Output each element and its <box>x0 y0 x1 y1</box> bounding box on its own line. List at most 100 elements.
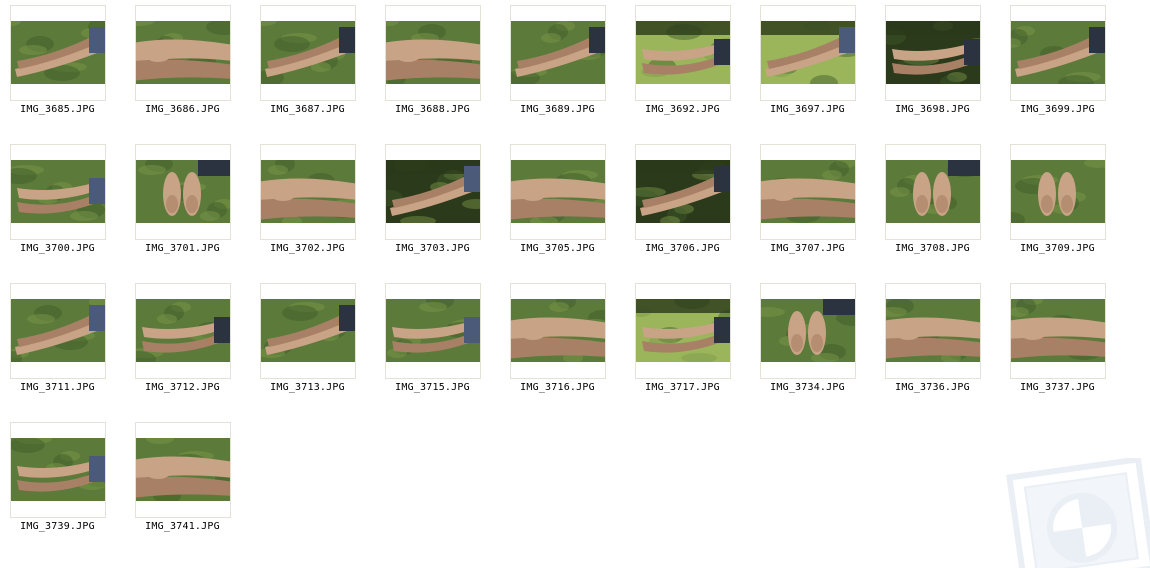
file-item[interactable]: IMG_3713.JPG <box>250 278 375 408</box>
file-name-label[interactable]: IMG_3715.JPG <box>375 382 490 393</box>
thumbnail-frame[interactable] <box>10 283 106 379</box>
thumbnail-frame[interactable] <box>260 5 356 101</box>
file-item[interactable]: IMG_3706.JPG <box>625 139 750 269</box>
thumbnail-image[interactable] <box>261 160 355 223</box>
file-name-label[interactable]: IMG_3685.JPG <box>0 104 115 115</box>
thumbnail-frame[interactable] <box>135 144 231 240</box>
file-name-label[interactable]: IMG_3687.JPG <box>250 104 365 115</box>
thumbnail-image[interactable] <box>261 299 355 362</box>
thumbnail-image[interactable] <box>136 160 230 223</box>
thumbnail-frame[interactable] <box>260 144 356 240</box>
thumbnail-frame[interactable] <box>1010 283 1106 379</box>
file-item[interactable]: IMG_3705.JPG <box>500 139 625 269</box>
file-name-label[interactable]: IMG_3706.JPG <box>625 243 740 254</box>
thumbnail-frame[interactable] <box>385 144 481 240</box>
file-item[interactable]: IMG_3700.JPG <box>0 139 125 269</box>
thumbnail-image[interactable] <box>636 299 730 362</box>
thumbnail-image[interactable] <box>761 299 855 362</box>
file-name-label[interactable]: IMG_3736.JPG <box>875 382 990 393</box>
thumbnail-image[interactable] <box>136 21 230 84</box>
thumbnail-image[interactable] <box>136 299 230 362</box>
thumbnail-frame[interactable] <box>135 5 231 101</box>
file-name-label[interactable]: IMG_3702.JPG <box>250 243 365 254</box>
file-item[interactable]: IMG_3692.JPG <box>625 0 750 130</box>
file-item[interactable]: IMG_3697.JPG <box>750 0 875 130</box>
file-item[interactable]: IMG_3734.JPG <box>750 278 875 408</box>
thumbnail-frame[interactable] <box>760 5 856 101</box>
file-item[interactable]: IMG_3739.JPG <box>0 417 125 547</box>
file-item[interactable]: IMG_3699.JPG <box>1000 0 1125 130</box>
thumbnail-image[interactable] <box>386 21 480 84</box>
thumbnail-frame[interactable] <box>10 422 106 518</box>
file-item[interactable]: IMG_3716.JPG <box>500 278 625 408</box>
thumbnail-frame[interactable] <box>385 283 481 379</box>
file-name-label[interactable]: IMG_3697.JPG <box>750 104 865 115</box>
thumbnail-image[interactable] <box>636 21 730 84</box>
thumbnail-image[interactable] <box>511 160 605 223</box>
thumbnail-image[interactable] <box>886 299 980 362</box>
thumbnail-frame[interactable] <box>260 283 356 379</box>
thumbnail-frame[interactable] <box>510 283 606 379</box>
file-name-label[interactable]: IMG_3709.JPG <box>1000 243 1115 254</box>
thumbnail-frame[interactable] <box>635 5 731 101</box>
file-item[interactable]: IMG_3709.JPG <box>1000 139 1125 269</box>
thumbnail-image[interactable] <box>1011 299 1105 362</box>
thumbnail-frame[interactable] <box>10 144 106 240</box>
thumbnail-image[interactable] <box>261 21 355 84</box>
thumbnail-image[interactable] <box>761 160 855 223</box>
file-item[interactable]: IMG_3701.JPG <box>125 139 250 269</box>
file-item[interactable]: IMG_3698.JPG <box>875 0 1000 130</box>
thumbnail-image[interactable] <box>511 21 605 84</box>
file-item[interactable]: IMG_3737.JPG <box>1000 278 1125 408</box>
thumbnail-frame[interactable] <box>885 144 981 240</box>
file-name-label[interactable]: IMG_3713.JPG <box>250 382 365 393</box>
file-item[interactable]: IMG_3688.JPG <box>375 0 500 130</box>
thumbnail-image[interactable] <box>11 299 105 362</box>
file-name-label[interactable]: IMG_3717.JPG <box>625 382 740 393</box>
thumbnail-image[interactable] <box>761 21 855 84</box>
file-name-label[interactable]: IMG_3698.JPG <box>875 104 990 115</box>
thumbnail-image[interactable] <box>11 438 105 501</box>
file-item[interactable]: IMG_3711.JPG <box>0 278 125 408</box>
file-name-label[interactable]: IMG_3712.JPG <box>125 382 240 393</box>
thumbnail-frame[interactable] <box>760 144 856 240</box>
thumbnail-frame[interactable] <box>635 144 731 240</box>
file-item[interactable]: IMG_3708.JPG <box>875 139 1000 269</box>
file-name-label[interactable]: IMG_3699.JPG <box>1000 104 1115 115</box>
file-name-label[interactable]: IMG_3716.JPG <box>500 382 615 393</box>
file-name-label[interactable]: IMG_3701.JPG <box>125 243 240 254</box>
thumbnail-frame[interactable] <box>510 144 606 240</box>
file-item[interactable]: IMG_3712.JPG <box>125 278 250 408</box>
file-item[interactable]: IMG_3707.JPG <box>750 139 875 269</box>
file-name-label[interactable]: IMG_3703.JPG <box>375 243 490 254</box>
thumbnail-image[interactable] <box>511 299 605 362</box>
thumbnail-image[interactable] <box>386 160 480 223</box>
file-name-label[interactable]: IMG_3734.JPG <box>750 382 865 393</box>
thumbnail-image[interactable] <box>11 160 105 223</box>
file-item[interactable]: IMG_3741.JPG <box>125 417 250 547</box>
file-name-label[interactable]: IMG_3737.JPG <box>1000 382 1115 393</box>
file-name-label[interactable]: IMG_3688.JPG <box>375 104 490 115</box>
file-name-label[interactable]: IMG_3686.JPG <box>125 104 240 115</box>
file-item[interactable]: IMG_3715.JPG <box>375 278 500 408</box>
file-item[interactable]: IMG_3689.JPG <box>500 0 625 130</box>
thumbnail-image[interactable] <box>386 299 480 362</box>
file-name-label[interactable]: IMG_3741.JPG <box>125 521 240 532</box>
thumbnail-frame[interactable] <box>385 5 481 101</box>
file-item[interactable]: IMG_3703.JPG <box>375 139 500 269</box>
thumbnail-image[interactable] <box>1011 21 1105 84</box>
thumbnail-frame[interactable] <box>760 283 856 379</box>
file-name-label[interactable]: IMG_3711.JPG <box>0 382 115 393</box>
file-name-label[interactable]: IMG_3739.JPG <box>0 521 115 532</box>
file-name-label[interactable]: IMG_3700.JPG <box>0 243 115 254</box>
file-name-label[interactable]: IMG_3708.JPG <box>875 243 990 254</box>
thumbnail-frame[interactable] <box>885 283 981 379</box>
file-name-label[interactable]: IMG_3692.JPG <box>625 104 740 115</box>
thumbnail-frame[interactable] <box>510 5 606 101</box>
thumbnail-frame[interactable] <box>635 283 731 379</box>
file-name-label[interactable]: IMG_3707.JPG <box>750 243 865 254</box>
thumbnail-image[interactable] <box>136 438 230 501</box>
thumbnail-image[interactable] <box>1011 160 1105 223</box>
thumbnail-frame[interactable] <box>885 5 981 101</box>
thumbnail-frame[interactable] <box>135 283 231 379</box>
